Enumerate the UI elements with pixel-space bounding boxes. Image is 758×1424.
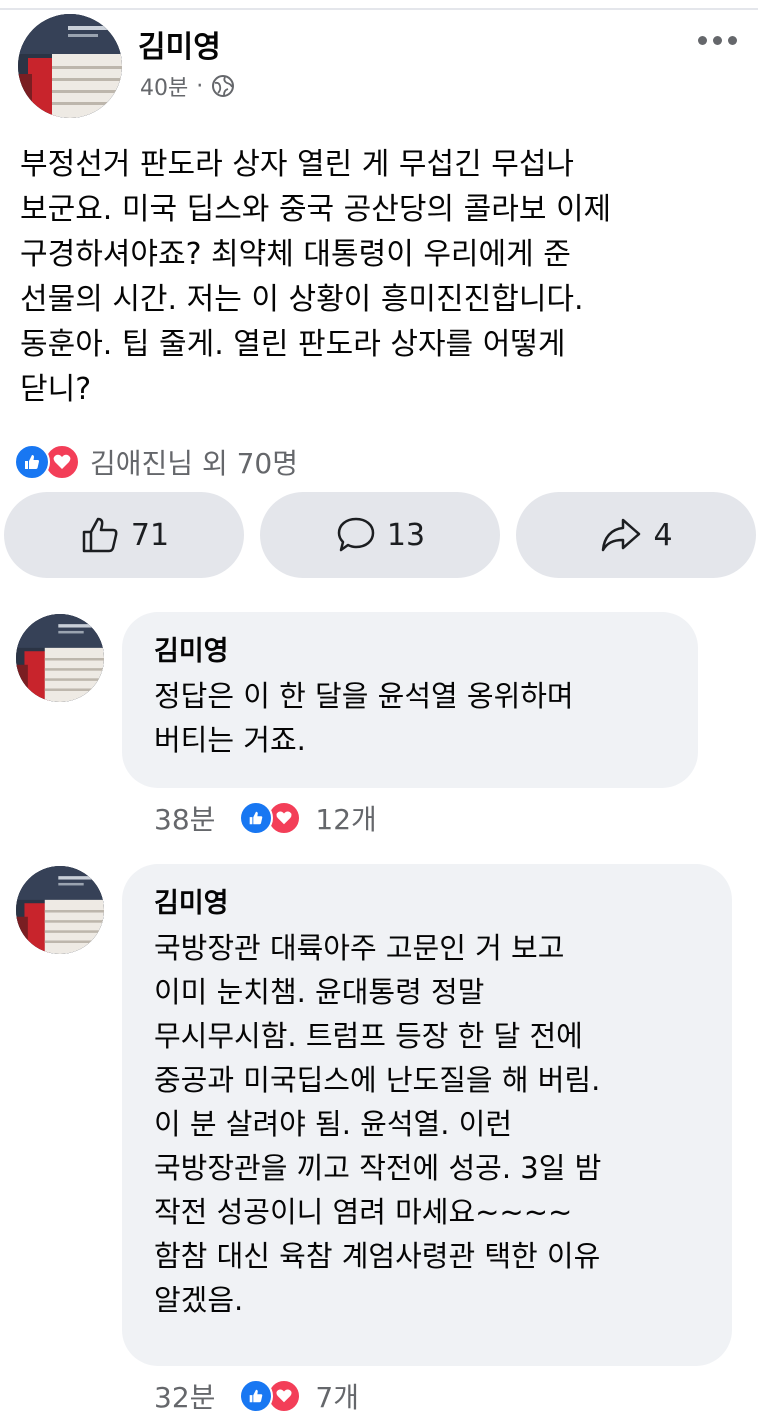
comment-time[interactable]: 38분 xyxy=(154,798,215,838)
comment-text: 국방장관 대륙아주 고문인 거 보고 이미 눈치챔. 윤대통령 정말 무시무시함… xyxy=(154,931,602,1317)
comment-button[interactable]: 13 xyxy=(260,492,500,578)
dot-icon xyxy=(713,36,722,45)
comment-meta: 32분 7개 xyxy=(154,1376,359,1416)
comment-author[interactable]: 김미영 xyxy=(154,886,700,922)
avatar[interactable] xyxy=(18,14,122,118)
dot-icon xyxy=(728,36,737,45)
comment-bubble[interactable]: 김미영 정답은 이 한 달을 윤석열 옹위하며 버티는 거죠. xyxy=(122,612,698,788)
avatar-image xyxy=(16,614,104,702)
meta-separator: · xyxy=(196,73,204,99)
avatar-image xyxy=(18,14,122,118)
reactions-summary[interactable]: 김애진님 외 70명 xyxy=(14,442,298,482)
avatar-image xyxy=(16,866,104,954)
post-text: 부정선거 판도라 상자 열린 게 무섭긴 무섭나 보군요. 미국 딥스와 중국 … xyxy=(20,147,612,407)
thumbs-up-icon xyxy=(82,517,118,553)
comment-text: 정답은 이 한 달을 윤석열 옹위하며 버티는 거죠. xyxy=(154,679,574,757)
comment-reaction-count[interactable]: 7개 xyxy=(315,1376,359,1416)
like-reaction-icon xyxy=(239,1379,274,1413)
comment-bubble[interactable]: 김미영 국방장관 대륙아주 고문인 거 보고 이미 눈치챔. 윤대통령 정말 무… xyxy=(122,864,732,1366)
reactions-text: 김애진님 외 70명 xyxy=(90,447,298,480)
share-arrow-icon xyxy=(602,518,641,552)
comment-meta: 38분 12개 xyxy=(154,798,377,838)
comment-avatar[interactable] xyxy=(16,614,104,702)
like-count: 71 xyxy=(130,517,170,553)
like-button[interactable]: 71 xyxy=(4,492,244,578)
more-options-button[interactable] xyxy=(698,36,737,45)
comment-avatar[interactable] xyxy=(16,866,104,954)
comment-count: 13 xyxy=(386,517,426,553)
comment-author[interactable]: 김미영 xyxy=(154,634,666,670)
post-meta: 40분 · xyxy=(140,70,235,102)
share-count: 4 xyxy=(653,517,673,553)
comment-reaction-count[interactable]: 12개 xyxy=(315,798,376,838)
share-button[interactable]: 4 xyxy=(516,492,756,578)
comment-bubble-icon xyxy=(337,517,375,552)
dot-icon xyxy=(698,36,707,45)
like-reaction-icon xyxy=(239,801,274,835)
top-divider xyxy=(0,8,758,10)
comment-time[interactable]: 32분 xyxy=(154,1376,215,1416)
post-time[interactable]: 40분 xyxy=(140,70,188,102)
like-reaction-icon xyxy=(14,444,50,480)
globe-icon xyxy=(212,75,235,97)
post-author-name[interactable]: 김미영 xyxy=(138,22,221,66)
